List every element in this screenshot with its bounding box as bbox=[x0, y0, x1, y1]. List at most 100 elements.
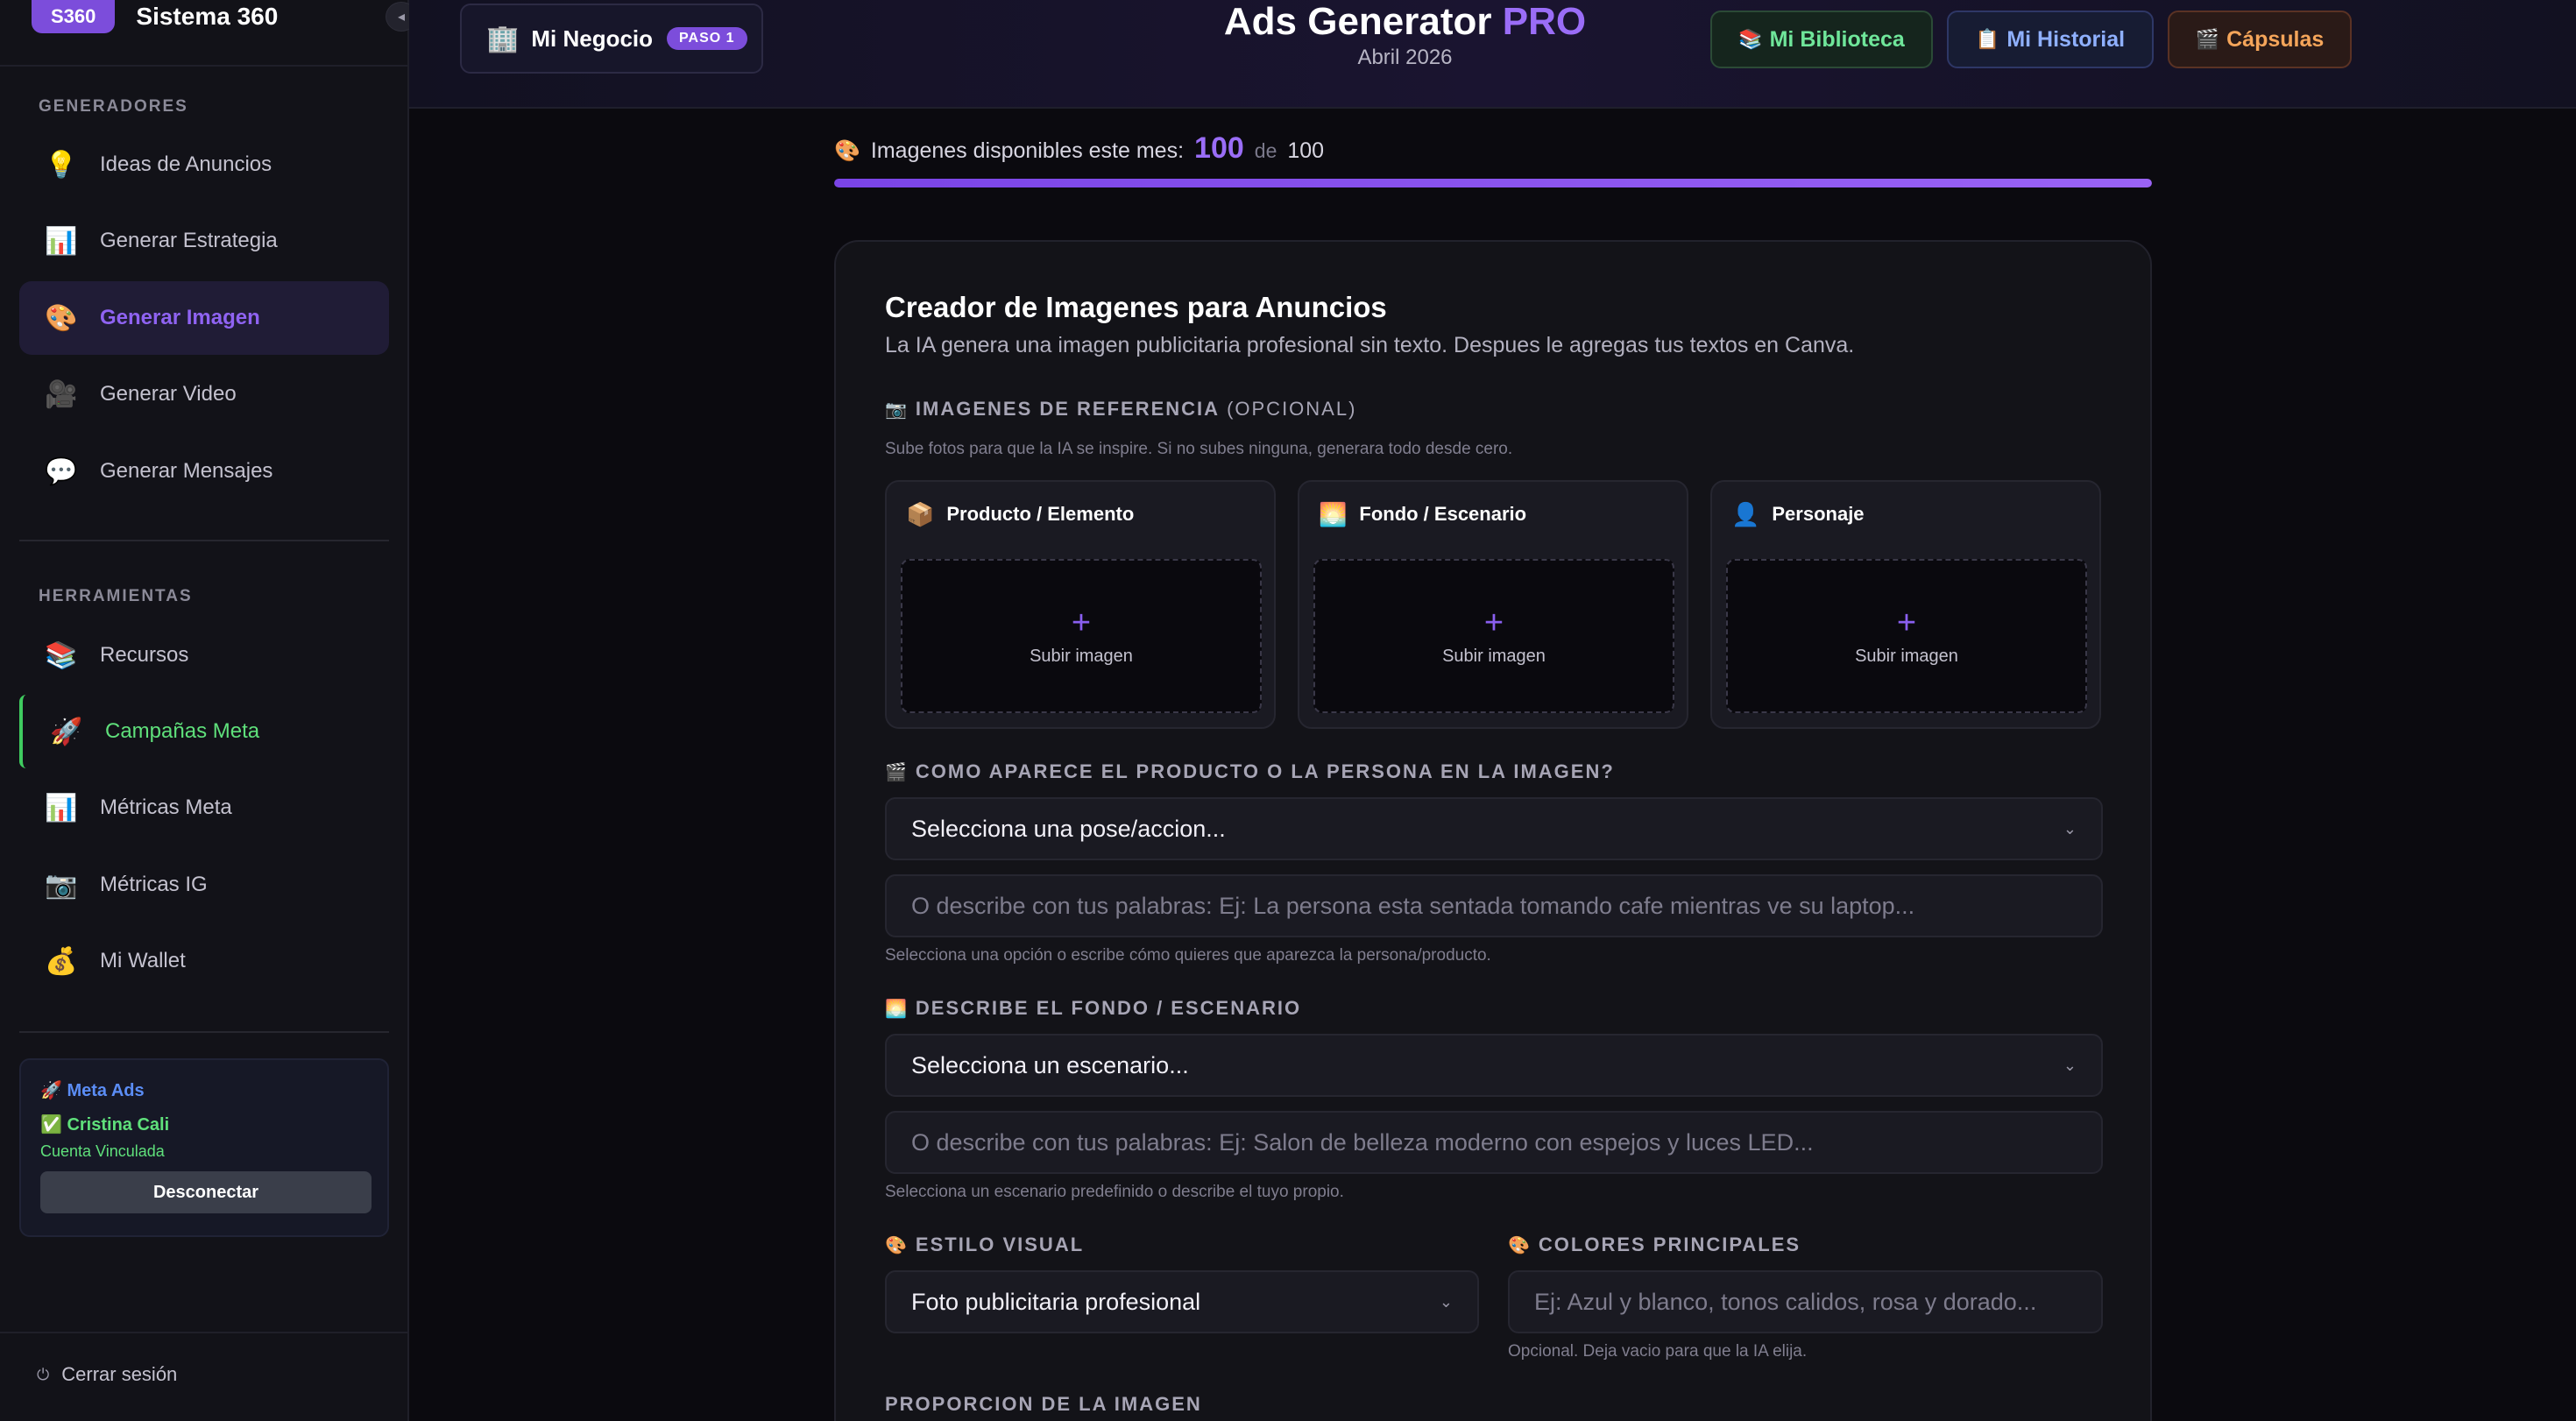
capsules-label: Cápsulas bbox=[2226, 26, 2325, 52]
camera-icon: 📷 bbox=[885, 399, 907, 420]
brand-badge: S360 bbox=[32, 0, 116, 33]
clapper-icon: 🎬 bbox=[2195, 28, 2220, 50]
reference-character: 👤 Personaje + Subir imagen bbox=[1710, 480, 2101, 729]
power-icon: ⏻ bbox=[37, 1365, 50, 1383]
form-title: Creador de Imagenes para Anuncios bbox=[885, 291, 1387, 323]
divider bbox=[0, 1332, 409, 1333]
colors-input[interactable]: Ej: Azul y blanco, tonos calidos, rosa y… bbox=[1508, 1270, 2103, 1333]
sunrise-icon: 🌅 bbox=[885, 999, 907, 1019]
upload-label: Subir imagen bbox=[1442, 646, 1546, 666]
pose-label-text: COMO APARECE EL PRODUCTO O LA PERSONA EN… bbox=[915, 760, 1615, 782]
chart-icon: 📊 bbox=[45, 226, 78, 256]
upload-product-dropzone[interactable]: + Subir imagen bbox=[901, 559, 1262, 713]
scenario-description-input[interactable]: O describe con tus palabras: Ej: Salon d… bbox=[885, 1111, 2103, 1174]
background-label-text: DESCRIBE EL FONDO / ESCENARIO bbox=[915, 997, 1302, 1019]
plus-icon: + bbox=[1896, 604, 1917, 641]
sidebar-item-resources[interactable]: 📚 Recursos bbox=[19, 619, 389, 692]
linked-user: ✅ Cristina Cali bbox=[40, 1115, 170, 1135]
header: 🏢 Mi Negocio PASO 1 Ads Generator PRO Ab… bbox=[409, 0, 2576, 109]
sidebar-item-messages[interactable]: 💬 Generar Mensajes bbox=[19, 435, 389, 508]
sidebar-item-strategy[interactable]: 📊 Generar Estrategia bbox=[19, 204, 389, 278]
pose-select[interactable]: Selecciona una pose/accion... ⌄ bbox=[885, 797, 2103, 860]
upload-label: Subir imagen bbox=[1855, 646, 1958, 666]
pose-label: 🎬 COMO APARECE EL PRODUCTO O LA PERSONA … bbox=[885, 760, 1615, 783]
image-creator-card: Creador de Imagenes para Anuncios La IA … bbox=[834, 240, 2152, 1421]
sidebar-item-label: Mi Wallet bbox=[100, 949, 186, 972]
sidebar-item-meta-campaigns[interactable]: 🚀 Campañas Meta bbox=[19, 695, 389, 768]
plus-icon: + bbox=[1071, 604, 1092, 641]
upload-background-dropzone[interactable]: + Subir imagen bbox=[1313, 559, 1674, 713]
chevron-down-icon: ⌄ bbox=[2063, 1056, 2077, 1074]
divider bbox=[19, 540, 389, 541]
section-generators: GENERADORES bbox=[39, 97, 188, 116]
visual-style-select[interactable]: Foto publicitaria profesional ⌄ bbox=[885, 1270, 1479, 1333]
upload-character-dropzone[interactable]: + Subir imagen bbox=[1726, 559, 2087, 713]
package-icon: 📦 bbox=[906, 500, 935, 527]
image-quota: 🎨 Imagenes disponibles este mes: 100 de … bbox=[834, 131, 1324, 166]
section-tools: HERRAMIENTAS bbox=[39, 587, 193, 605]
quota-available: 100 bbox=[1194, 131, 1244, 165]
sidebar-item-image[interactable]: 🎨 Generar Imagen bbox=[19, 281, 389, 355]
library-button[interactable]: 📚 Mi Biblioteca bbox=[1710, 11, 1933, 68]
chevron-down-icon: ⌄ bbox=[1439, 1292, 1453, 1311]
pose-hint: Selecciona una opción o escribe cómo qui… bbox=[885, 946, 1491, 965]
meta-ads-card: 🚀 Meta Ads ✅ Cristina Cali Cuenta Vincul… bbox=[19, 1058, 389, 1237]
reference-product: 📦 Producto / Elemento + Subir imagen bbox=[885, 480, 1276, 729]
scenario-select[interactable]: Selecciona un escenario... ⌄ bbox=[885, 1034, 2103, 1097]
palette-icon: 🎨 bbox=[45, 303, 78, 333]
capsules-button[interactable]: 🎬 Cápsulas bbox=[2168, 11, 2352, 68]
scenario-description-placeholder: O describe con tus palabras: Ej: Salon d… bbox=[911, 1128, 1814, 1156]
quota-progress-fill bbox=[834, 179, 2152, 187]
reference-background: 🌅 Fondo / Escenario + Subir imagen bbox=[1298, 480, 1688, 729]
reference-images-hint: Sube fotos para que la IA se inspire. Si… bbox=[885, 440, 1513, 458]
reference-header: 👤 Personaje bbox=[1712, 482, 2099, 547]
history-button[interactable]: 📋 Mi Historial bbox=[1947, 11, 2154, 68]
sidebar-item-label: Generar Video bbox=[100, 382, 237, 406]
sidebar-item-label: Generar Estrategia bbox=[100, 229, 278, 252]
scenario-hint: Selecciona un escenario predefinido o de… bbox=[885, 1183, 1344, 1201]
sidebar-item-label: Ideas de Anuncios bbox=[100, 152, 272, 176]
pro-badge: PRO bbox=[1502, 0, 1587, 43]
money-bag-icon: 💰 bbox=[45, 946, 78, 976]
palette-icon: 🎨 bbox=[1508, 1235, 1530, 1255]
pose-description-input[interactable]: O describe con tus palabras: Ej: La pers… bbox=[885, 874, 2103, 937]
chart-icon: 📊 bbox=[45, 793, 78, 823]
palette-icon: 🎨 bbox=[885, 1235, 907, 1255]
books-icon: 📚 bbox=[45, 640, 78, 670]
video-camera-icon: 🎥 bbox=[45, 379, 78, 409]
speech-bubble-icon: 💬 bbox=[45, 456, 78, 486]
disconnect-button[interactable]: Desconectar bbox=[40, 1171, 372, 1213]
reference-header: 🌅 Fondo / Escenario bbox=[1299, 482, 1687, 547]
lightbulb-icon: 💡 bbox=[45, 150, 78, 180]
optional-tag: (OPCIONAL) bbox=[1227, 398, 1357, 420]
clipboard-icon: 📋 bbox=[1975, 28, 2000, 50]
rocket-icon: 🚀 bbox=[50, 717, 83, 746]
person-icon: 👤 bbox=[1731, 500, 1760, 527]
page-title-text: Ads Generator bbox=[1223, 0, 1492, 43]
quota-label: Imagenes disponibles este mes: bbox=[870, 138, 1185, 163]
reference-title: Fondo / Escenario bbox=[1359, 503, 1527, 525]
reference-title: Personaje bbox=[1772, 503, 1865, 525]
meta-ads-title: 🚀 Meta Ads bbox=[40, 1081, 145, 1100]
sidebar-item-ideas[interactable]: 💡 Ideas de Anuncios bbox=[19, 128, 389, 201]
sidebar: S360 Sistema 360 ◂ GENERADORES 💡 Ideas d… bbox=[0, 0, 417, 1421]
logout-button[interactable]: ⏻ Cerrar sesión bbox=[37, 1363, 177, 1386]
sidebar-item-label: Generar Imagen bbox=[100, 306, 260, 329]
colors-label-text: COLORES PRINCIPALES bbox=[1538, 1234, 1801, 1255]
books-icon: 📚 bbox=[1738, 28, 1763, 50]
sidebar-item-ig-metrics[interactable]: 📷 Métricas IG bbox=[19, 848, 389, 922]
pose-select-value: Selecciona una pose/accion... bbox=[911, 815, 1226, 842]
aspect-ratio-label: PROPORCION DE LA IMAGEN bbox=[885, 1393, 1202, 1415]
colors-label: 🎨 COLORES PRINCIPALES bbox=[1508, 1234, 1801, 1256]
library-label: Mi Biblioteca bbox=[1769, 26, 1905, 52]
sidebar-item-wallet[interactable]: 💰 Mi Wallet bbox=[19, 924, 389, 998]
quota-total: 100 bbox=[1287, 138, 1325, 163]
logout-label: Cerrar sesión bbox=[61, 1363, 178, 1385]
sidebar-item-video[interactable]: 🎥 Generar Video bbox=[19, 357, 389, 431]
sidebar-item-label: Métricas Meta bbox=[100, 795, 232, 819]
reference-images-text: IMAGENES DE REFERENCIA bbox=[915, 398, 1221, 420]
sidebar-item-label: Recursos bbox=[100, 643, 189, 667]
chevron-down-icon: ⌄ bbox=[2063, 819, 2077, 838]
sidebar-item-meta-metrics[interactable]: 📊 Métricas Meta bbox=[19, 771, 389, 845]
reference-title: Producto / Elemento bbox=[946, 503, 1135, 525]
